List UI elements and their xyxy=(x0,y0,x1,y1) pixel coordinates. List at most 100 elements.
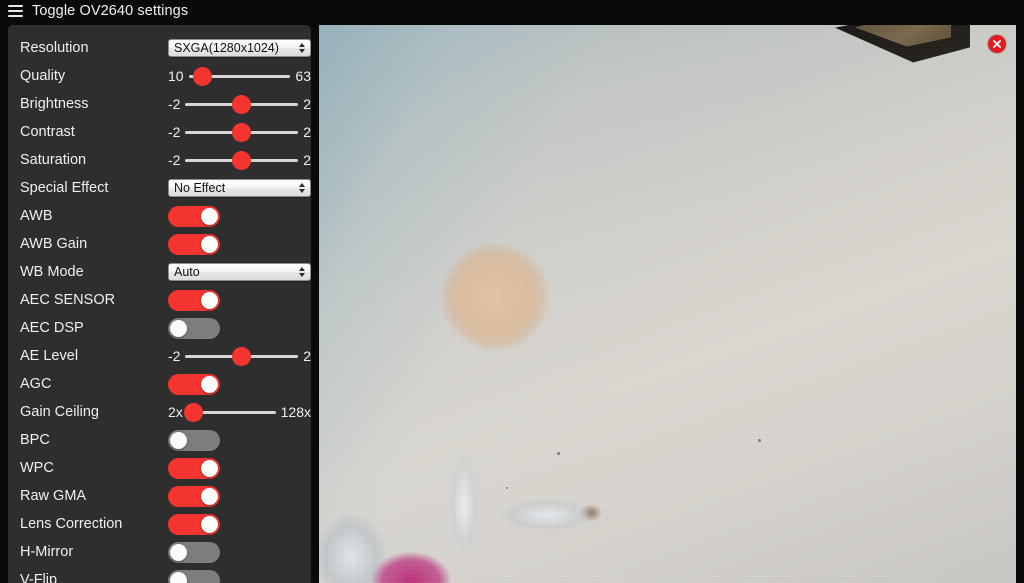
setting-control-resolution: SXGA(1280x1024) xyxy=(168,34,311,62)
toggle-raw-gma[interactable] xyxy=(168,485,220,507)
setting-label-saturation: Saturation xyxy=(20,152,87,168)
slider-max-label-gain-ceiling: 128x xyxy=(280,404,311,420)
slider-saturation[interactable]: -2 2 xyxy=(168,150,311,170)
toggle-knob xyxy=(201,515,218,533)
toggle-bpc[interactable] xyxy=(168,429,220,451)
slider-track-quality[interactable] xyxy=(188,66,291,86)
toggle-aec-dsp[interactable] xyxy=(168,317,220,339)
select-stepper-arrows-icon xyxy=(299,43,305,53)
close-x-icon[interactable] xyxy=(988,35,1006,53)
toggle-h-mirror[interactable] xyxy=(168,541,220,563)
select-value-special-effect: No Effect xyxy=(174,181,226,195)
camera-stream-image xyxy=(319,25,1016,583)
setting-control-gain-ceiling: 2x 128x xyxy=(168,398,311,426)
setting-row-ae-level: AE Level -2 2 xyxy=(16,342,311,370)
toggle-settings-title[interactable]: Toggle OV2640 settings xyxy=(32,3,188,18)
top-bar: Toggle OV2640 settings xyxy=(0,0,1024,21)
slider-contrast[interactable]: -2 2 xyxy=(168,122,311,142)
setting-label-raw-gma: Raw GMA xyxy=(20,488,87,504)
slider-min-label-quality: 10 xyxy=(168,68,184,84)
slider-max-label-contrast: 2 xyxy=(303,124,311,140)
toggle-aec-sensor[interactable] xyxy=(168,289,220,311)
slider-thumb-ae-level[interactable] xyxy=(232,346,252,366)
toggle-knob xyxy=(170,319,187,337)
slider-ae-level[interactable]: -2 2 xyxy=(168,346,311,366)
slider-track-saturation[interactable] xyxy=(185,150,298,170)
slider-max-label-quality: 63 xyxy=(295,68,311,84)
slider-thumb-gain-ceiling[interactable] xyxy=(183,402,203,422)
setting-row-v-flip: V-Flip xyxy=(16,566,303,583)
camera-stream-area xyxy=(319,25,1016,583)
setting-label-contrast: Contrast xyxy=(20,124,75,140)
setting-control-contrast: -2 2 xyxy=(168,118,311,146)
slider-quality[interactable]: 10 63 xyxy=(168,66,311,86)
slider-track-ae-level[interactable] xyxy=(185,346,298,366)
setting-control-lens-correction xyxy=(168,510,303,538)
slider-track-contrast[interactable] xyxy=(185,122,298,142)
slider-track-brightness[interactable] xyxy=(185,94,298,114)
slider-thumb-saturation[interactable] xyxy=(232,150,252,170)
setting-row-aec-dsp: AEC DSP xyxy=(16,314,303,342)
select-stepper-arrows-icon xyxy=(299,183,305,193)
setting-label-special-effect: Special Effect xyxy=(20,180,109,196)
settings-panel: Resolution SXGA(1280x1024) Quality 10 63 Brig… xyxy=(8,25,311,583)
setting-row-raw-gma: Raw GMA xyxy=(16,482,303,510)
setting-row-wb-mode: WB Mode Auto xyxy=(16,258,311,286)
slider-gain-ceiling[interactable]: 2x 128x xyxy=(168,402,311,422)
slider-thumb-contrast[interactable] xyxy=(232,122,252,142)
slider-min-label-saturation: -2 xyxy=(168,152,181,168)
setting-row-gain-ceiling: Gain Ceiling 2x 128x xyxy=(16,398,311,426)
slider-thumb-quality[interactable] xyxy=(193,66,213,86)
setting-control-v-flip xyxy=(168,566,303,583)
select-wb-mode[interactable]: Auto xyxy=(168,263,311,281)
toggle-v-flip[interactable] xyxy=(168,569,220,583)
toggle-agc[interactable] xyxy=(168,373,220,395)
toggle-knob xyxy=(201,459,218,477)
toggle-knob xyxy=(201,291,218,309)
slider-thumb-brightness[interactable] xyxy=(232,94,252,114)
setting-label-agc: AGC xyxy=(20,376,52,392)
setting-control-agc xyxy=(168,370,303,398)
setting-row-agc: AGC xyxy=(16,370,303,398)
slider-min-label-contrast: -2 xyxy=(168,124,181,140)
toggle-awb-gain[interactable] xyxy=(168,233,220,255)
slider-brightness[interactable]: -2 2 xyxy=(168,94,311,114)
setting-control-wpc xyxy=(168,454,303,482)
setting-label-aec-dsp: AEC DSP xyxy=(20,320,84,336)
camera-settings-app: Toggle OV2640 settings Resolution SXGA(12… xyxy=(0,0,1024,583)
toggle-lens-correction[interactable] xyxy=(168,513,220,535)
select-special-effect[interactable]: No Effect xyxy=(168,179,311,197)
setting-row-aec-sensor: AEC SENSOR xyxy=(16,286,303,314)
slider-track-gain-ceiling[interactable] xyxy=(183,402,276,422)
toggle-wpc[interactable] xyxy=(168,457,220,479)
toggle-awb[interactable] xyxy=(168,205,220,227)
toggle-knob xyxy=(201,235,218,253)
hamburger-icon[interactable] xyxy=(8,4,23,17)
setting-label-gain-ceiling: Gain Ceiling xyxy=(20,404,99,420)
setting-row-awb: AWB xyxy=(16,202,303,230)
setting-row-quality: Quality 10 63 xyxy=(16,62,311,90)
setting-label-resolution: Resolution xyxy=(20,40,89,56)
setting-control-h-mirror xyxy=(168,538,303,566)
slider-min-label-brightness: -2 xyxy=(168,96,181,112)
setting-control-quality: 10 63 xyxy=(168,62,311,90)
toggle-knob xyxy=(170,431,187,449)
setting-control-aec-sensor xyxy=(168,286,303,314)
setting-control-awb xyxy=(168,202,303,230)
setting-row-h-mirror: H-Mirror xyxy=(16,538,303,566)
setting-control-awb-gain xyxy=(168,230,303,258)
setting-label-quality: Quality xyxy=(20,68,66,84)
setting-row-awb-gain: AWB Gain xyxy=(16,230,303,258)
setting-row-brightness: Brightness -2 2 xyxy=(16,90,311,118)
select-resolution[interactable]: SXGA(1280x1024) xyxy=(168,39,311,57)
setting-label-wpc: WPC xyxy=(20,460,54,476)
slider-max-label-saturation: 2 xyxy=(303,152,311,168)
slider-max-label-brightness: 2 xyxy=(303,96,311,112)
setting-label-brightness: Brightness xyxy=(20,96,89,112)
select-value-resolution: SXGA(1280x1024) xyxy=(174,41,279,55)
setting-row-saturation: Saturation -2 2 xyxy=(16,146,311,174)
toggle-knob xyxy=(201,375,218,393)
setting-label-awb-gain: AWB Gain xyxy=(20,236,88,252)
setting-label-awb: AWB xyxy=(20,208,53,224)
select-value-wb-mode: Auto xyxy=(174,265,200,279)
